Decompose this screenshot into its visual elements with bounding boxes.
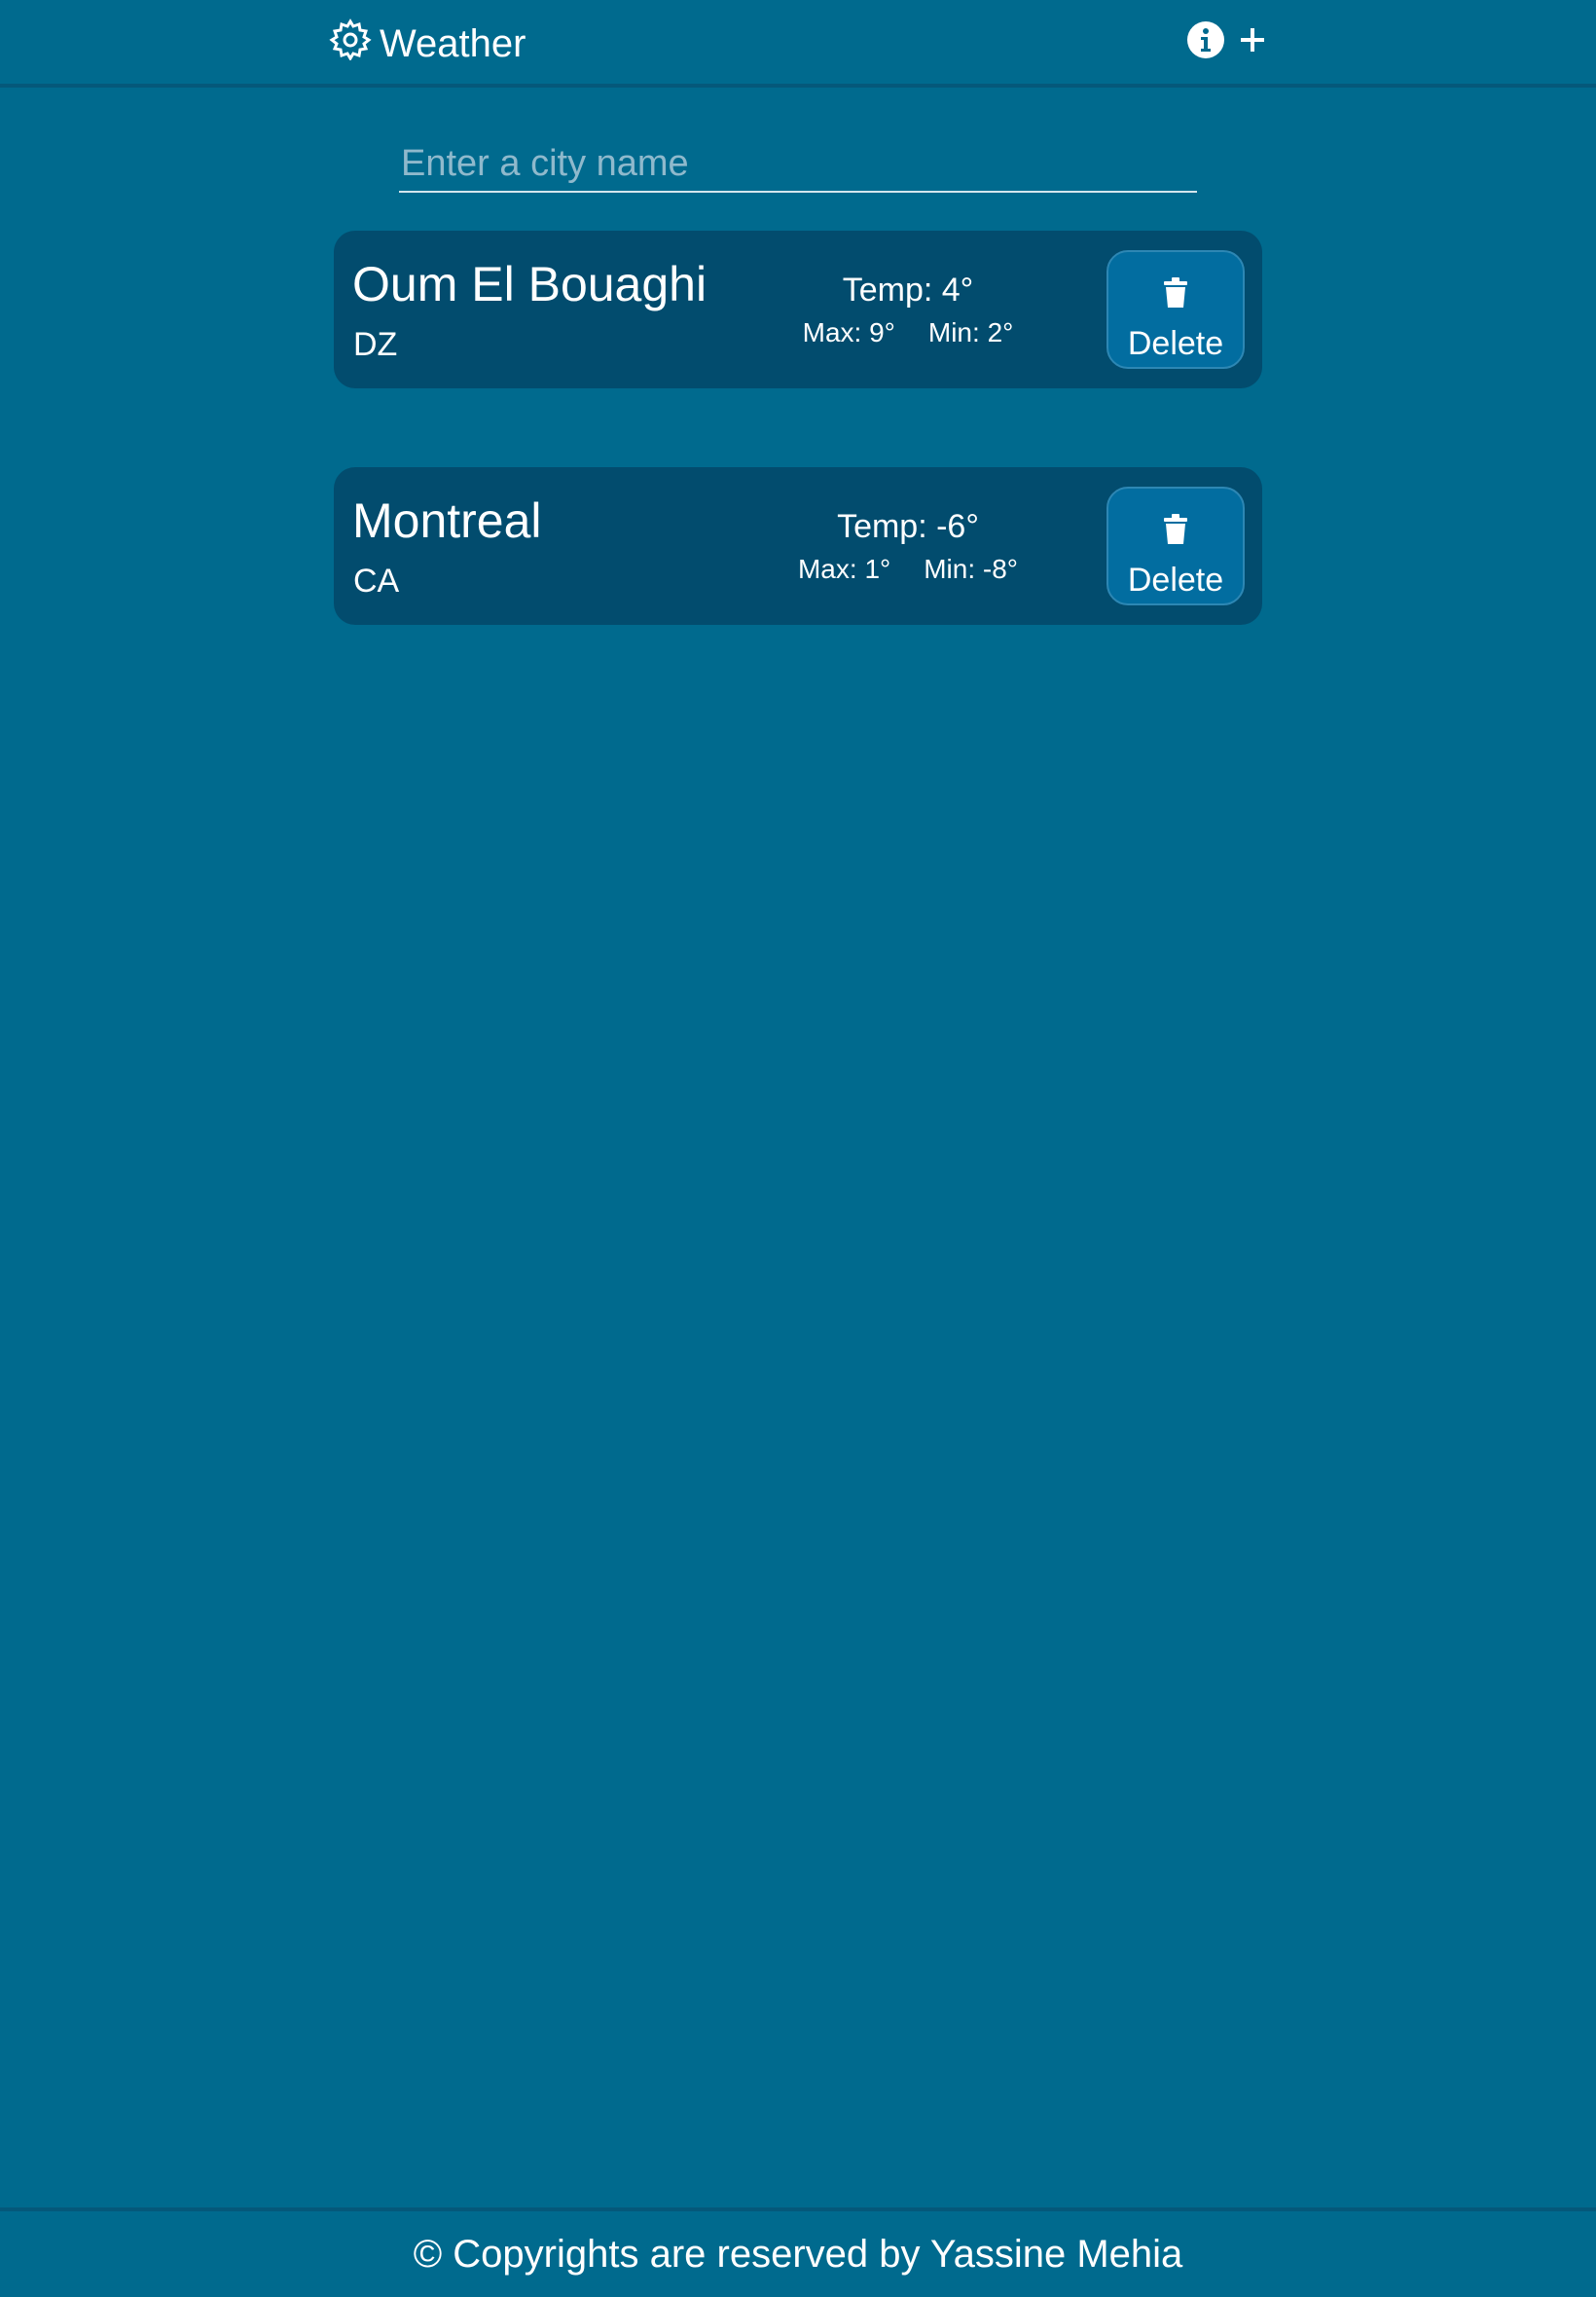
max-temp: Max: 1° (797, 554, 891, 584)
plus-icon (1238, 25, 1267, 59)
country-code: CA (353, 563, 400, 600)
trash-icon (1162, 514, 1189, 550)
info-button[interactable] (1185, 19, 1226, 65)
header-actions (1185, 19, 1273, 65)
temperature-block: Temp: -6° Max: 1° Min: -8° (743, 508, 1073, 585)
min-temp: Min: 2° (927, 317, 1014, 347)
current-temp: Temp: -6° (837, 508, 979, 545)
city-name: Montreal (352, 493, 542, 548)
temperature-block: Temp: 4° Max: 9° Min: 2° (743, 272, 1073, 348)
min-temp: Min: -8° (924, 554, 1018, 584)
city-name: Oum El Bouaghi (352, 257, 707, 311)
trash-icon (1162, 277, 1189, 313)
current-temp: Temp: 4° (842, 272, 974, 309)
copyright-text: © Copyrights are reserved by Yassine Meh… (413, 2232, 1183, 2276)
city-search-input[interactable] (399, 136, 1197, 191)
max-temp: Max: 9° (802, 317, 895, 347)
min-max-row: Max: 9° Min: 2° (743, 317, 1073, 348)
search-field (399, 136, 1197, 193)
app-header: Weather (0, 0, 1596, 88)
page-footer: © Copyrights are reserved by Yassine Meh… (0, 2207, 1596, 2297)
delete-label: Delete (1127, 325, 1224, 362)
city-card: Montreal CA Temp: -6° Max: 1° Min: -8° D… (334, 467, 1262, 625)
app-brand[interactable]: Weather (329, 18, 526, 70)
app-title: Weather (380, 21, 526, 65)
city-card: Oum El Bouaghi DZ Temp: 4° Max: 9° Min: … (334, 231, 1262, 388)
min-max-row: Max: 1° Min: -8° (743, 554, 1073, 585)
delete-button[interactable]: Delete (1106, 250, 1245, 369)
country-code: DZ (353, 326, 398, 363)
delete-button[interactable]: Delete (1106, 487, 1245, 605)
gear-icon (329, 18, 372, 70)
add-button[interactable] (1232, 21, 1273, 62)
info-icon (1185, 19, 1226, 65)
delete-label: Delete (1127, 562, 1224, 599)
